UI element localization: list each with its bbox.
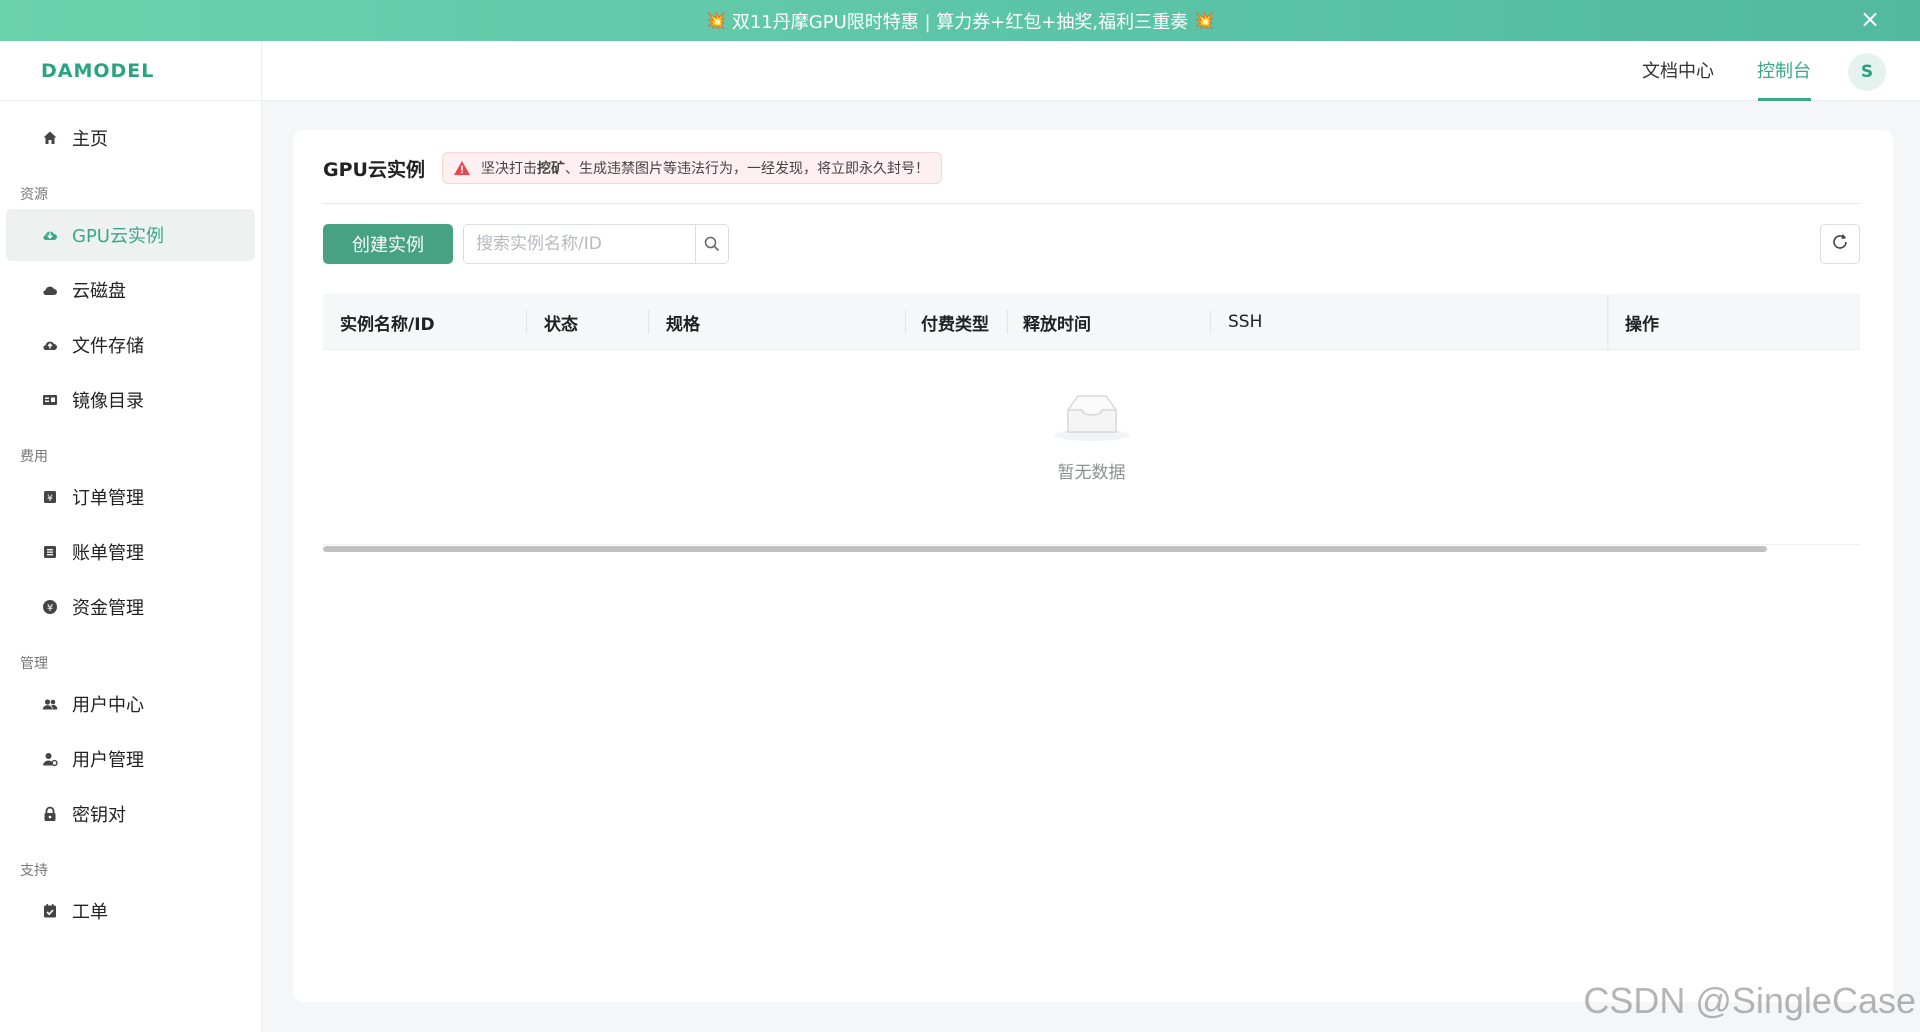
ticket-icon xyxy=(42,903,58,919)
sidebar-item-user-manage[interactable]: 用户管理 xyxy=(6,733,255,785)
column-separator xyxy=(1210,310,1211,334)
warning-text-post: 、生成违禁图片等违法行为，一经发现，将立即永久封号！ xyxy=(565,161,929,177)
sidebar-item-home[interactable]: 主页 xyxy=(6,112,255,164)
burst-icon: 💥 xyxy=(1194,11,1215,30)
sidebar-item-label: 用户管理 xyxy=(72,750,144,771)
nav-group-label: 资源 xyxy=(20,187,48,203)
sidebar-item-user-center[interactable]: 用户中心 xyxy=(6,678,255,730)
home-icon xyxy=(42,130,58,146)
docs-center-link[interactable]: 文档中心 xyxy=(1642,57,1714,83)
warning-banner: 坚决打击 挖矿 、生成违禁图片等违法行为，一经发现，将立即永久封号！ xyxy=(442,152,942,184)
user-manage-icon xyxy=(42,751,58,767)
sidebar: DAMODEL 主页 资源 GPU云实例 云磁盘 文件存储 镜像目录 费用 ¥ … xyxy=(0,41,262,1032)
page-title: GPU云实例 xyxy=(323,159,425,181)
sidebar-item-orders[interactable]: ¥ 订单管理 xyxy=(6,471,255,523)
column-label: 状态 xyxy=(544,314,578,335)
promo-text[interactable]: 双11丹摩GPU限时特惠 | 算力券+红包+抽奖,福利三重奏 xyxy=(732,8,1188,34)
warning-icon xyxy=(453,160,471,176)
scrollbar-thumb[interactable] xyxy=(323,546,1767,552)
create-instance-button[interactable]: 创建实例 xyxy=(323,224,453,264)
sidebar-item-bills[interactable]: 账单管理 xyxy=(6,526,255,578)
fixed-column-shadow xyxy=(1607,294,1610,350)
cloud-upload-icon xyxy=(42,337,58,353)
active-tab-indicator xyxy=(1758,98,1811,101)
divider xyxy=(323,203,1860,204)
column-label: 释放时间 xyxy=(1023,314,1091,335)
refresh-button[interactable] xyxy=(1820,224,1860,264)
table-header: 实例名称/ID 状态 规格 付费类型 释放时间 SSH 操作 xyxy=(323,294,1860,350)
sidebar-item-ticket[interactable]: 工单 xyxy=(6,885,255,937)
column-label: 操作 xyxy=(1625,314,1659,335)
cloud-disk-icon xyxy=(42,282,58,298)
sidebar-item-keypair[interactable]: 密钥对 xyxy=(6,788,255,840)
search-input[interactable] xyxy=(464,225,695,263)
sidebar-item-images[interactable]: 镜像目录 xyxy=(6,374,255,426)
column-separator xyxy=(1007,310,1008,334)
promo-banner[interactable]: 💥 双11丹摩GPU限时特惠 | 算力券+红包+抽奖,福利三重奏 💥 × xyxy=(0,0,1920,41)
sidebar-nav: 主页 资源 GPU云实例 云磁盘 文件存储 镜像目录 费用 ¥ 订单管理 账单管… xyxy=(0,101,261,937)
burst-icon: 💥 xyxy=(705,11,726,30)
image-catalog-icon xyxy=(42,392,58,408)
sidebar-item-gpu[interactable]: GPU云实例 xyxy=(6,209,255,261)
sidebar-item-funds[interactable]: ¥ 资金管理 xyxy=(6,581,255,633)
column-label: 付费类型 xyxy=(921,314,989,335)
sidebar-item-label: 账单管理 xyxy=(72,543,144,564)
search-box xyxy=(463,224,729,264)
logo[interactable]: DAMODEL xyxy=(0,41,261,101)
empty-state: 暂无数据 xyxy=(323,350,1860,540)
sidebar-item-label: 镜像目录 xyxy=(72,391,144,412)
horizontal-scrollbar[interactable] xyxy=(323,545,1860,552)
main-card: GPU云实例 坚决打击 挖矿 、生成违禁图片等违法行为，一经发现，将立即永久封号… xyxy=(293,130,1893,1002)
column-label: SSH xyxy=(1228,312,1263,332)
close-icon[interactable]: × xyxy=(1858,7,1882,32)
lock-icon xyxy=(42,806,58,822)
column-header[interactable]: 释放时间 xyxy=(1023,294,1211,350)
sidebar-item-label: 订单管理 xyxy=(72,488,144,509)
empty-text: 暂无数据 xyxy=(1057,463,1126,483)
svg-text:¥: ¥ xyxy=(47,603,53,614)
sidebar-item-label: 密钥对 xyxy=(72,805,126,826)
warning-text-bold: 挖矿 xyxy=(537,161,565,177)
column-separator xyxy=(905,310,906,334)
sidebar-item-label: 资金管理 xyxy=(72,598,144,619)
yen-icon: ¥ xyxy=(42,599,58,615)
sidebar-item-label: 用户中心 xyxy=(72,695,144,716)
column-separator xyxy=(526,310,527,334)
sidebar-item-label: 主页 xyxy=(72,129,108,150)
column-header[interactable]: 状态 xyxy=(544,294,649,350)
watermark: CSDN @SingleCase xyxy=(1583,980,1916,1021)
warning-text-pre: 坚决打击 xyxy=(481,161,537,177)
top-header: 文档中心 控制台 S xyxy=(262,41,1920,101)
nav-group-label: 支持 xyxy=(20,863,48,879)
column-header[interactable]: 付费类型 xyxy=(921,294,1008,350)
svg-text:¥: ¥ xyxy=(47,494,53,504)
bill-icon xyxy=(42,544,58,560)
empty-box-icon xyxy=(1052,390,1132,446)
column-header[interactable]: 操作 xyxy=(1625,294,1845,350)
sidebar-item-label: 文件存储 xyxy=(72,336,144,357)
column-separator xyxy=(648,310,649,334)
column-header[interactable]: 规格 xyxy=(666,294,906,350)
sidebar-item-label: 工单 xyxy=(72,902,108,923)
sidebar-item-storage[interactable]: 文件存储 xyxy=(6,319,255,371)
avatar[interactable]: S xyxy=(1848,53,1886,91)
column-header[interactable]: SSH xyxy=(1228,294,1368,350)
order-icon: ¥ xyxy=(42,489,58,505)
search-icon[interactable] xyxy=(695,225,728,263)
column-label: 规格 xyxy=(666,314,700,335)
column-header[interactable]: 实例名称/ID xyxy=(340,294,527,350)
nav-group-label: 费用 xyxy=(20,449,48,465)
cloud-icon xyxy=(42,227,58,243)
sidebar-item-label: 云磁盘 xyxy=(72,281,126,302)
sidebar-item-label: GPU云实例 xyxy=(72,226,164,247)
refresh-icon xyxy=(1831,233,1849,255)
column-label: 实例名称/ID xyxy=(340,314,435,335)
console-link[interactable]: 控制台 xyxy=(1757,57,1811,83)
nav-group-label: 管理 xyxy=(20,656,48,672)
sidebar-item-disk[interactable]: 云磁盘 xyxy=(6,264,255,316)
users-icon xyxy=(42,696,58,712)
